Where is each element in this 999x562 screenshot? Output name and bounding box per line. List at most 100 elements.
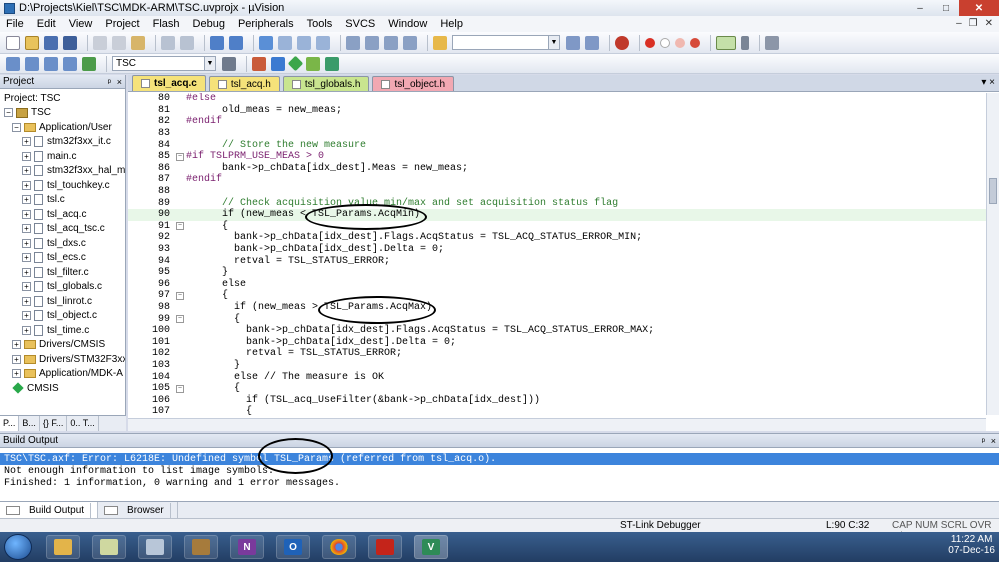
project-file-item[interactable]: + tsl.c — [4, 193, 125, 208]
clock-date[interactable]: 07-Dec-16 — [948, 545, 995, 556]
project-file-item[interactable]: + main.c — [4, 149, 125, 164]
save-all-icon[interactable] — [63, 35, 77, 50]
menu-view[interactable]: View — [69, 18, 93, 30]
menu-peripherals[interactable]: Peripherals — [238, 18, 294, 30]
expand-icon[interactable]: + — [22, 253, 31, 263]
code-line[interactable]: 91− { — [128, 221, 986, 233]
collapse-icon[interactable]: − — [12, 122, 21, 132]
configure-icon[interactable] — [765, 35, 779, 50]
copy-icon[interactable] — [112, 35, 126, 50]
batch-build-icon[interactable] — [63, 56, 77, 71]
breakpoint-icon[interactable] — [645, 37, 655, 48]
code-line[interactable]: 84 // Store the new measure — [128, 139, 986, 151]
project-root[interactable]: Project: TSC — [4, 91, 125, 106]
code-line[interactable]: 105− { — [128, 383, 986, 395]
close-button[interactable]: ✕ — [959, 0, 999, 16]
maximize-button[interactable]: □ — [933, 0, 959, 16]
redo-icon[interactable] — [180, 35, 194, 50]
horizontal-scrollbar[interactable] — [128, 418, 986, 431]
expand-icon[interactable]: + — [12, 369, 21, 379]
file-tab[interactable]: tsl_globals.h — [282, 76, 370, 91]
find-icon[interactable] — [566, 35, 580, 50]
project-file-item[interactable]: + tsl_time.c — [4, 323, 125, 338]
save-icon[interactable] — [44, 35, 58, 50]
paste-icon[interactable] — [131, 35, 145, 50]
project-file-item[interactable]: + tsl_ecs.c — [4, 251, 125, 266]
code-line[interactable]: 100 bank->p_chData[idx_dest].Flags.AcqSt… — [128, 325, 986, 337]
tab-templates[interactable]: 0.. T... — [67, 416, 99, 431]
uncomment-icon[interactable] — [403, 35, 417, 50]
next-bookmark-icon[interactable] — [297, 35, 311, 50]
close-icon[interactable]: × — [991, 436, 996, 446]
fold-toggle-icon[interactable]: − — [176, 152, 184, 161]
tab-functions[interactable]: {} F... — [40, 416, 68, 431]
start-debug-icon[interactable] — [615, 35, 629, 50]
menu-debug[interactable]: Debug — [193, 18, 225, 30]
fold-toggle-icon[interactable]: − — [176, 291, 184, 300]
file-tab[interactable]: tsl_object.h — [372, 76, 455, 91]
rebuild-icon[interactable] — [44, 56, 58, 71]
incremental-find-icon[interactable] — [585, 35, 599, 50]
menu-svcs[interactable]: SVCS — [345, 18, 375, 30]
expand-icon[interactable]: + — [22, 238, 31, 248]
tab-close-icon[interactable]: ▾ × — [981, 77, 995, 88]
bookmark-icon[interactable] — [259, 35, 273, 50]
chevron-down-icon[interactable]: ▼ — [548, 36, 559, 49]
code-line[interactable]: 86 bank->p_chData[idx_dest].Meas = new_m… — [128, 163, 986, 175]
target-node[interactable]: − TSC — [4, 106, 125, 121]
project-file-item[interactable]: + stm32f3xx_it.c — [4, 135, 125, 150]
build-line-error[interactable]: TSC\TSC.axf: Error: L6218E: Undefined sy… — [0, 453, 999, 465]
code-line[interactable]: 85− #if TSLPRM_USE_MEAS > 0 — [128, 151, 986, 163]
expand-icon[interactable]: + — [22, 137, 31, 147]
expand-icon[interactable]: + — [22, 195, 31, 205]
project-file-item[interactable]: + tsl_globals.c — [4, 280, 125, 295]
code-line[interactable]: 107 { — [128, 406, 986, 415]
code-line[interactable]: 90 if (new_meas < TSL_Params.AcqMin) — [128, 208, 986, 221]
navigate-forward-icon[interactable] — [229, 35, 243, 50]
clear-bookmarks-icon[interactable] — [316, 35, 330, 50]
expand-icon[interactable]: + — [12, 340, 21, 350]
taskbar-explorer[interactable] — [46, 535, 80, 559]
group-drivers-stm32[interactable]: + Drivers/STM32F3xx_ — [4, 352, 125, 367]
group-application-mdk[interactable]: + Application/MDK-A — [4, 367, 125, 382]
expand-icon[interactable]: + — [12, 354, 21, 364]
target-select[interactable]: TSC ▼ — [112, 56, 216, 71]
chevron-down-icon[interactable]: ▼ — [204, 57, 215, 70]
code-line[interactable]: 94 retval = TSL_STATUS_ERROR; — [128, 255, 986, 267]
doc-minimize-button[interactable]: – — [956, 18, 962, 29]
expand-icon[interactable]: + — [22, 209, 31, 219]
new-file-icon[interactable] — [6, 35, 20, 50]
taskbar-cube-app[interactable] — [184, 535, 218, 559]
scroll-thumb[interactable] — [989, 178, 997, 204]
file-tab[interactable]: tsl_acq.h — [208, 76, 280, 91]
code-line[interactable]: 106 if (TSL_acq_UseFilter(&bank->p_chDat… — [128, 394, 986, 406]
clock-time[interactable]: 11:22 AM — [948, 534, 995, 545]
code-line[interactable]: 83 — [128, 128, 986, 140]
taskbar-onenote[interactable]: N — [230, 535, 264, 559]
windows-start-icon[interactable] — [4, 534, 32, 560]
build-line-info[interactable]: Not enough information to list image sym… — [0, 465, 999, 477]
pin-icon[interactable]: ᵖ — [108, 77, 111, 87]
code-line[interactable]: 92 bank->p_chData[idx_dest].Flags.AcqSta… — [128, 232, 986, 244]
cmsis-node[interactable]: CMSIS — [4, 381, 125, 396]
doc-close-button[interactable]: ✕ — [985, 18, 993, 29]
menu-tools[interactable]: Tools — [307, 18, 333, 30]
undo-icon[interactable] — [161, 35, 175, 50]
code-line[interactable]: 102 retval = TSL_STATUS_ERROR; — [128, 348, 986, 360]
code-line[interactable]: 99− { — [128, 313, 986, 325]
menu-flash[interactable]: Flash — [153, 18, 180, 30]
group-application-user[interactable]: − Application/User — [4, 120, 125, 135]
vertical-scrollbar[interactable] — [986, 93, 999, 415]
expand-icon[interactable]: + — [22, 166, 31, 176]
collapse-icon[interactable]: − — [4, 108, 13, 118]
code-line[interactable]: 98 if (new_meas > TSL_Params.AcqMax) — [128, 302, 986, 314]
expand-icon[interactable]: + — [22, 296, 31, 306]
comment-icon[interactable] — [384, 35, 398, 50]
expand-icon[interactable]: + — [22, 151, 31, 161]
prev-bookmark-icon[interactable] — [278, 35, 292, 50]
indent-icon[interactable] — [346, 35, 360, 50]
fold-toggle-icon[interactable]: − — [176, 384, 184, 393]
tab-books[interactable]: B... — [19, 416, 40, 431]
window-layout-icon[interactable] — [716, 35, 736, 50]
project-file-item[interactable]: + stm32f3xx_hal_m — [4, 164, 125, 179]
